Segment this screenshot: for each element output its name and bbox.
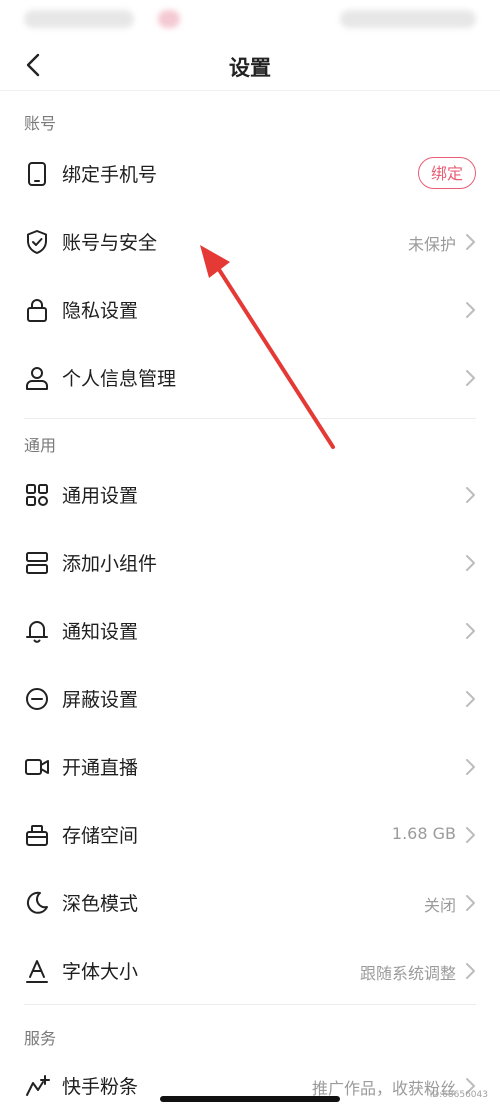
row-label: 隐私设置 (62, 300, 139, 322)
chevron-right-icon (466, 555, 475, 571)
status-bar (0, 0, 500, 40)
row-value: 未保护 (407, 235, 456, 254)
block-icon (26, 688, 48, 710)
chevron-right-icon (466, 759, 475, 775)
row-font-size[interactable]: 字体大小 跟随系统调整 (0, 937, 500, 1005)
divider (24, 418, 476, 419)
row-label: 绑定手机号 (62, 164, 158, 186)
row-dark-mode[interactable]: 深色模式 关闭 (0, 869, 500, 937)
row-value: 1.68 GB (391, 824, 456, 843)
row-label: 快手粉条 (62, 1076, 139, 1098)
row-label: 字体大小 (62, 961, 139, 983)
status-blur-right (340, 10, 476, 28)
row-privacy[interactable]: 隐私设置 (0, 276, 500, 344)
page-title: 设置 (229, 56, 271, 80)
row-block-settings[interactable]: 屏蔽设置 (0, 665, 500, 733)
row-storage[interactable]: 存储空间 1.68 GB (0, 801, 500, 869)
row-label: 存储空间 (62, 825, 139, 847)
chevron-right-icon (466, 370, 475, 386)
chevron-right-icon (466, 234, 475, 250)
row-label: 通用设置 (62, 485, 139, 507)
phone-icon (28, 162, 46, 186)
chevron-right-icon (466, 623, 475, 639)
status-blur-left (24, 10, 134, 28)
row-label: 屏蔽设置 (62, 689, 139, 711)
row-notifications[interactable]: 通知设置 (0, 597, 500, 665)
lock-icon (27, 299, 47, 322)
chevron-right-icon (466, 487, 475, 503)
bind-button[interactable]: 绑定 (418, 157, 476, 189)
row-kuaishou-fans[interactable]: 快手粉条 推广作品，收获粉丝 (0, 1052, 500, 1111)
row-label: 账号与安全 (62, 232, 158, 254)
row-value: 跟随系统调整 (359, 964, 456, 983)
person-icon (26, 367, 48, 390)
header: 设置 (0, 40, 500, 91)
chevron-right-icon (466, 827, 475, 843)
row-label: 开通直播 (62, 757, 139, 779)
status-blur-dot (158, 10, 180, 28)
home-indicator[interactable] (160, 1096, 340, 1102)
divider (24, 1004, 476, 1005)
chevron-right-icon (466, 691, 475, 707)
row-label: 添加小组件 (62, 553, 158, 575)
video-camera-icon (25, 759, 49, 775)
bell-icon (26, 621, 48, 643)
font-size-icon (26, 960, 48, 983)
row-label: 深色模式 (62, 893, 139, 915)
row-add-widget[interactable]: 添加小组件 (0, 529, 500, 597)
shield-check-icon (27, 230, 47, 254)
row-live-stream[interactable]: 开通直播 (0, 733, 500, 801)
trend-plus-icon (26, 1075, 50, 1096)
watermark: ID:68656043 (429, 1090, 488, 1100)
row-bind-phone[interactable]: 绑定手机号 绑定 (0, 140, 500, 208)
row-label: 通知设置 (62, 621, 139, 643)
moon-icon (26, 891, 48, 914)
section-title-service: 服务 (24, 1029, 57, 1048)
chevron-right-icon (466, 302, 475, 318)
chevron-right-icon (466, 963, 475, 979)
row-value: 关闭 (423, 896, 456, 915)
chevron-right-icon (466, 895, 475, 911)
section-title-account: 账号 (24, 114, 57, 133)
row-label: 个人信息管理 (62, 368, 177, 390)
row-general-settings[interactable]: 通用设置 (0, 461, 500, 529)
grid-icon (26, 484, 48, 506)
storage-box-icon (26, 825, 48, 846)
row-personal-info[interactable]: 个人信息管理 (0, 344, 500, 412)
section-title-general: 通用 (24, 436, 57, 455)
widget-icon (26, 552, 48, 574)
row-account-security[interactable]: 账号与安全 未保护 (0, 208, 500, 276)
